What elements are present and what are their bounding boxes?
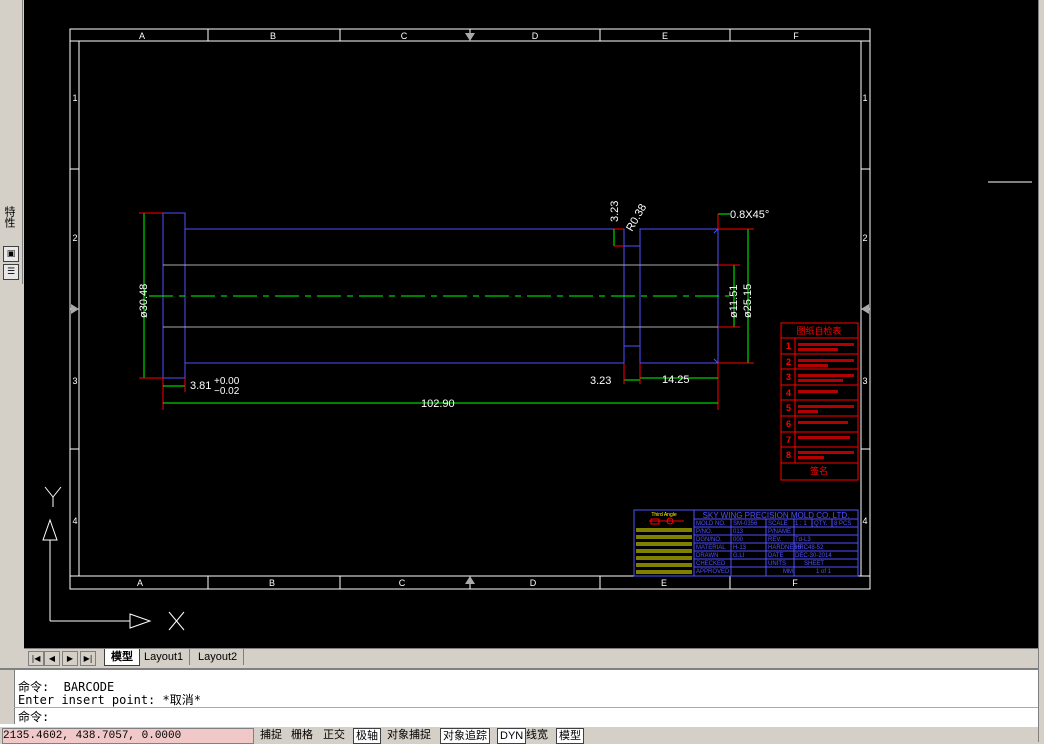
col-label-top: A [139,31,145,41]
checklist-item-number: 5 [786,403,791,413]
first-tab-icon[interactable]: |◀ [28,651,44,666]
row-label-right: 1 [862,93,867,103]
dim-dia-small: ø11.51 [728,285,740,318]
col-label-top: C [401,31,408,41]
command-prompt[interactable]: 命令: [18,708,49,725]
row-label-left: 3 [72,376,77,386]
tab-layout1[interactable]: Layout1 [138,649,191,665]
red-extension-lines [184,214,754,392]
ucs-icon [42,486,185,631]
title-mid-label: SCALE [768,521,788,527]
drawing-canvas[interactable]: A B C D E F A B C D E F 1 2 3 4 1 2 3 4 [24,0,1038,648]
grid-toggle[interactable]: 栅格 [289,728,315,742]
col-label-bottom: D [530,578,537,588]
last-tab-icon[interactable]: ▶| [80,651,96,666]
checklist-item-number: 2 [786,357,791,367]
vertical-scrollbar[interactable] [1038,0,1044,742]
dim-groove-top: 3.23 [609,201,621,222]
sheet-label: SHEET [804,561,824,567]
row-label-right: 4 [862,516,867,526]
title-label: DRAWN [696,553,718,559]
title-label: MOLD NO. [696,521,726,527]
command-window-grip[interactable] [0,670,15,724]
tab-layout2[interactable]: Layout2 [192,649,245,665]
checklist-item-number: 3 [786,372,791,382]
title-label: MATERIAL [696,545,726,551]
qty-value: 8 PCS [834,521,851,527]
title-value: G.LI [733,553,745,559]
checklist-item-number: 1 [786,341,791,351]
col-label-bottom: C [399,578,406,588]
dim-total-length: 102.90 [421,398,455,410]
title-mid-label: P/NAME [768,529,791,535]
palette-list-icon[interactable]: ☰ [3,264,19,280]
status-bar: 2135.4602, 438.7057, 0.0000 捕捉 栅格 正交 极轴 … [0,726,1038,744]
command-separator [14,707,1038,708]
osnap-toggle[interactable]: 对象捕捉 [385,728,433,742]
col-label-bottom: F [792,578,798,588]
title-block: SKY WING PRECISION MOLD CO. LTD. Third A… [633,509,859,577]
col-label-top: B [270,31,276,41]
projection-label: Third Angle [651,512,677,518]
col-label-top: E [662,31,668,41]
left-edge [0,284,22,648]
col-label-bottom: B [269,578,275,588]
row-label-left: 1 [72,93,77,103]
title-mid-value: DEC-30-2014 [795,553,832,559]
layout-tab-bar: |◀ ◀ ▶ ▶| 模型 Layout1 Layout2 [24,648,1038,667]
title-value: 013 [733,529,744,535]
row-label-left: 2 [72,233,77,243]
company-name: SKY WING PRECISION MOLD CO. LTD. [703,511,850,520]
col-label-bottom: A [137,578,143,588]
dim-tolerance-minus: −0.02 [214,386,240,397]
palette-toggle-icon[interactable]: ▣ [3,246,19,262]
next-tab-icon[interactable]: ▶ [62,651,78,666]
title-label: APPROVED [696,569,730,575]
checklist-item-number: 8 [786,450,791,460]
title-label: CHECKED [696,561,726,567]
title-mid-value: Td-L3 [795,537,811,543]
dim-chamfer: 0.8X45° [730,209,769,221]
third-angle-symbol [649,517,684,525]
title-label: DGN/NO. [696,537,722,543]
row-label-right: 3 [862,376,867,386]
ortho-toggle[interactable]: 正交 [321,728,347,742]
col-label-top: F [793,31,799,41]
tab-model[interactable]: 模型 [104,649,140,666]
row-label-left: 4 [72,516,77,526]
qty-label: QTY. [814,521,828,527]
command-history-line: Enter insert point: *取消* [18,693,201,707]
checklist-item-number: 6 [786,419,791,429]
title-mid-value: 1 : 1 [795,521,807,527]
row-label-right: 2 [862,233,867,243]
checklist-item-number: 4 [786,388,791,398]
title-mid-label: UNITS [768,561,786,567]
dim-dia-mid: ø25.15 [742,284,754,318]
title-value: SM-0356 [733,521,758,527]
dim-groove-bottom: 3.23 [590,375,611,387]
title-value: 000 [733,537,744,543]
title-label: P/NO. [696,529,713,535]
command-window[interactable]: 命令: BARCODE Enter insert point: *取消* 命令: [0,668,1038,726]
col-label-top: D [532,31,539,41]
checklist-item-number: 7 [786,435,791,445]
title-mid-label: DATE [768,553,784,559]
col-label-bottom: E [661,578,667,588]
dim-flange-length: 3.81 [190,380,211,392]
prev-tab-icon[interactable]: ◀ [44,651,60,666]
checklist-title: 图纸自检表 [796,325,841,336]
sheet-value: 1 of 1 [816,569,832,575]
properties-palette-strip[interactable]: 特性 ▣ ☰ [0,0,23,284]
dim-end-length: 14.25 [662,374,690,386]
title-mid-value: HRC48-52 [795,545,824,551]
checklist-signature: 签名 [810,465,828,476]
snap-toggle[interactable]: 捕捉 [258,728,284,742]
dim-dia-large: ø30.48 [138,284,150,318]
inspection-checklist: 图纸自检表 1 2 3 4 5 6 7 8 签名 [780,322,859,481]
title-value: H-13 [733,545,747,551]
properties-label: 特性 [3,206,16,228]
title-mid-value: MM [783,569,793,575]
lineweight-toggle[interactable]: 线宽 [524,728,550,742]
title-mid-label: REV. [768,537,782,543]
